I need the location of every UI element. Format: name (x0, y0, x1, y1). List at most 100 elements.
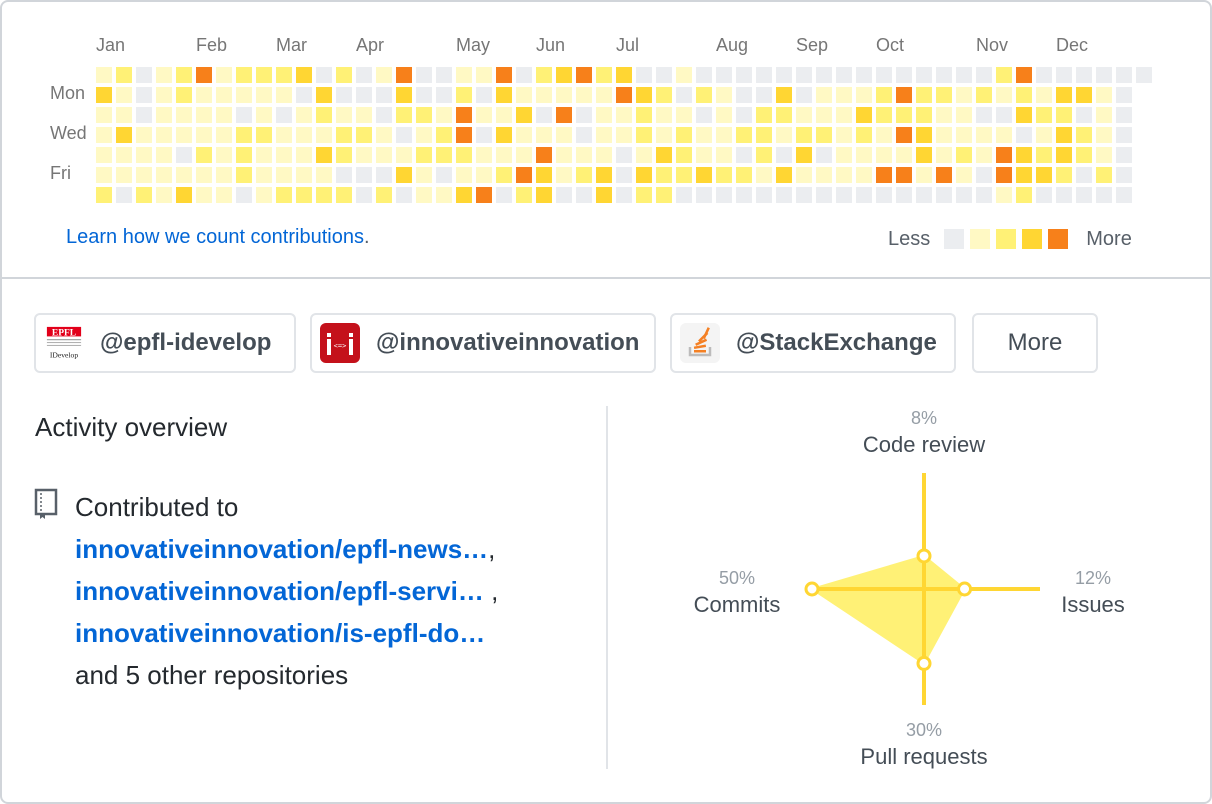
contribution-day-cell[interactable] (1096, 127, 1112, 143)
contribution-day-cell[interactable] (1056, 87, 1072, 103)
contribution-day-cell[interactable] (936, 67, 952, 83)
contribution-day-cell[interactable] (296, 147, 312, 163)
contribution-day-cell[interactable] (716, 67, 732, 83)
contribution-day-cell[interactable] (356, 127, 372, 143)
contribution-day-cell[interactable] (536, 127, 552, 143)
contribution-day-cell[interactable] (736, 187, 752, 203)
contribution-day-cell[interactable] (756, 127, 772, 143)
contribution-day-cell[interactable] (476, 147, 492, 163)
contribution-day-cell[interactable] (896, 107, 912, 123)
contribution-day-cell[interactable] (116, 67, 132, 83)
contribution-day-cell[interactable] (136, 67, 152, 83)
org-filter-epfl-idevelop[interactable]: EPFL IDevelop @epfl-idevelop (34, 313, 296, 373)
contribution-day-cell[interactable] (816, 127, 832, 143)
contribution-day-cell[interactable] (1036, 167, 1052, 183)
contribution-day-cell[interactable] (556, 187, 572, 203)
contribution-day-cell[interactable] (636, 127, 652, 143)
contribution-day-cell[interactable] (776, 187, 792, 203)
contribution-day-cell[interactable] (496, 167, 512, 183)
contribution-day-cell[interactable] (396, 87, 412, 103)
contribution-day-cell[interactable] (556, 167, 572, 183)
contribution-day-cell[interactable] (396, 107, 412, 123)
contribution-day-cell[interactable] (916, 127, 932, 143)
contribution-day-cell[interactable] (616, 167, 632, 183)
contribution-day-cell[interactable] (416, 147, 432, 163)
contribution-day-cell[interactable] (836, 147, 852, 163)
contribution-day-cell[interactable] (476, 187, 492, 203)
contribution-day-cell[interactable] (336, 67, 352, 83)
contribution-day-cell[interactable] (1076, 127, 1092, 143)
contribution-day-cell[interactable] (556, 87, 572, 103)
contribution-day-cell[interactable] (256, 107, 272, 123)
contribution-day-cell[interactable] (96, 87, 112, 103)
contribution-day-cell[interactable] (1056, 147, 1072, 163)
contribution-day-cell[interactable] (616, 107, 632, 123)
contribution-day-cell[interactable] (1136, 67, 1152, 83)
contribution-day-cell[interactable] (936, 167, 952, 183)
contribution-day-cell[interactable] (976, 127, 992, 143)
contribution-day-cell[interactable] (156, 147, 172, 163)
contribution-day-cell[interactable] (516, 107, 532, 123)
contribution-day-cell[interactable] (136, 127, 152, 143)
contribution-day-cell[interactable] (876, 127, 892, 143)
contribution-day-cell[interactable] (276, 87, 292, 103)
contribution-day-cell[interactable] (1096, 147, 1112, 163)
contribution-day-cell[interactable] (1096, 167, 1112, 183)
contribution-day-cell[interactable] (1076, 87, 1092, 103)
contribution-day-cell[interactable] (576, 167, 592, 183)
contribution-day-cell[interactable] (836, 107, 852, 123)
contribution-day-cell[interactable] (1036, 127, 1052, 143)
contribution-day-cell[interactable] (416, 187, 432, 203)
contribution-day-cell[interactable] (596, 67, 612, 83)
contribution-day-cell[interactable] (496, 127, 512, 143)
contribution-day-cell[interactable] (916, 187, 932, 203)
contribution-day-cell[interactable] (676, 187, 692, 203)
contribution-day-cell[interactable] (636, 147, 652, 163)
contribution-day-cell[interactable] (856, 87, 872, 103)
contribution-day-cell[interactable] (956, 87, 972, 103)
contribution-day-cell[interactable] (816, 187, 832, 203)
contribution-day-cell[interactable] (496, 107, 512, 123)
contribution-day-cell[interactable] (1036, 147, 1052, 163)
contribution-day-cell[interactable] (596, 87, 612, 103)
contribution-day-cell[interactable] (656, 67, 672, 83)
learn-contributions-link[interactable]: Learn how we count contributions. (66, 226, 370, 249)
contribution-day-cell[interactable] (756, 147, 772, 163)
contribution-day-cell[interactable] (976, 87, 992, 103)
contribution-day-cell[interactable] (316, 127, 332, 143)
contribution-day-cell[interactable] (1036, 187, 1052, 203)
contribution-day-cell[interactable] (456, 147, 472, 163)
contribution-day-cell[interactable] (876, 67, 892, 83)
contribution-day-cell[interactable] (456, 87, 472, 103)
contribution-day-cell[interactable] (656, 107, 672, 123)
contribution-day-cell[interactable] (476, 167, 492, 183)
contribution-day-cell[interactable] (396, 147, 412, 163)
contribution-day-cell[interactable] (256, 67, 272, 83)
contribution-day-cell[interactable] (456, 107, 472, 123)
contribution-day-cell[interactable] (516, 87, 532, 103)
contribution-day-cell[interactable] (816, 67, 832, 83)
contribution-day-cell[interactable] (836, 167, 852, 183)
contribution-day-cell[interactable] (256, 167, 272, 183)
contribution-day-cell[interactable] (936, 187, 952, 203)
contribution-day-cell[interactable] (416, 107, 432, 123)
contribution-day-cell[interactable] (236, 87, 252, 103)
contribution-day-cell[interactable] (436, 87, 452, 103)
contribution-day-cell[interactable] (236, 187, 252, 203)
contribution-day-cell[interactable] (176, 167, 192, 183)
contribution-day-cell[interactable] (916, 67, 932, 83)
contribution-day-cell[interactable] (336, 107, 352, 123)
contribution-day-cell[interactable] (116, 147, 132, 163)
contribution-day-cell[interactable] (716, 147, 732, 163)
contribution-day-cell[interactable] (116, 187, 132, 203)
contribution-day-cell[interactable] (716, 187, 732, 203)
contribution-day-cell[interactable] (596, 147, 612, 163)
contribution-day-cell[interactable] (896, 127, 912, 143)
contribution-day-cell[interactable] (116, 167, 132, 183)
contribution-day-cell[interactable] (676, 87, 692, 103)
contribution-day-cell[interactable] (1116, 87, 1132, 103)
contribution-day-cell[interactable] (916, 147, 932, 163)
contribution-day-cell[interactable] (1056, 67, 1072, 83)
contribution-day-cell[interactable] (736, 107, 752, 123)
contribution-day-cell[interactable] (856, 67, 872, 83)
